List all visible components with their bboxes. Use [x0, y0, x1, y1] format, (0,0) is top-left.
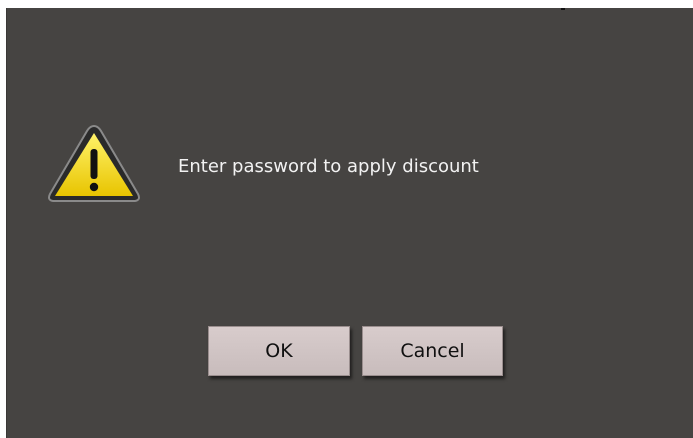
cancel-button-label: Cancel [400, 340, 465, 362]
warning-icon [48, 124, 140, 202]
ok-button[interactable]: OK [208, 326, 350, 376]
dialog-message: Enter password to apply discount [178, 156, 479, 177]
alert-dialog: Enter password to apply discount OK Canc… [6, 8, 693, 438]
cancel-button[interactable]: Cancel [362, 326, 503, 376]
corner-mark [561, 8, 565, 10]
ok-button-label: OK [265, 340, 293, 362]
